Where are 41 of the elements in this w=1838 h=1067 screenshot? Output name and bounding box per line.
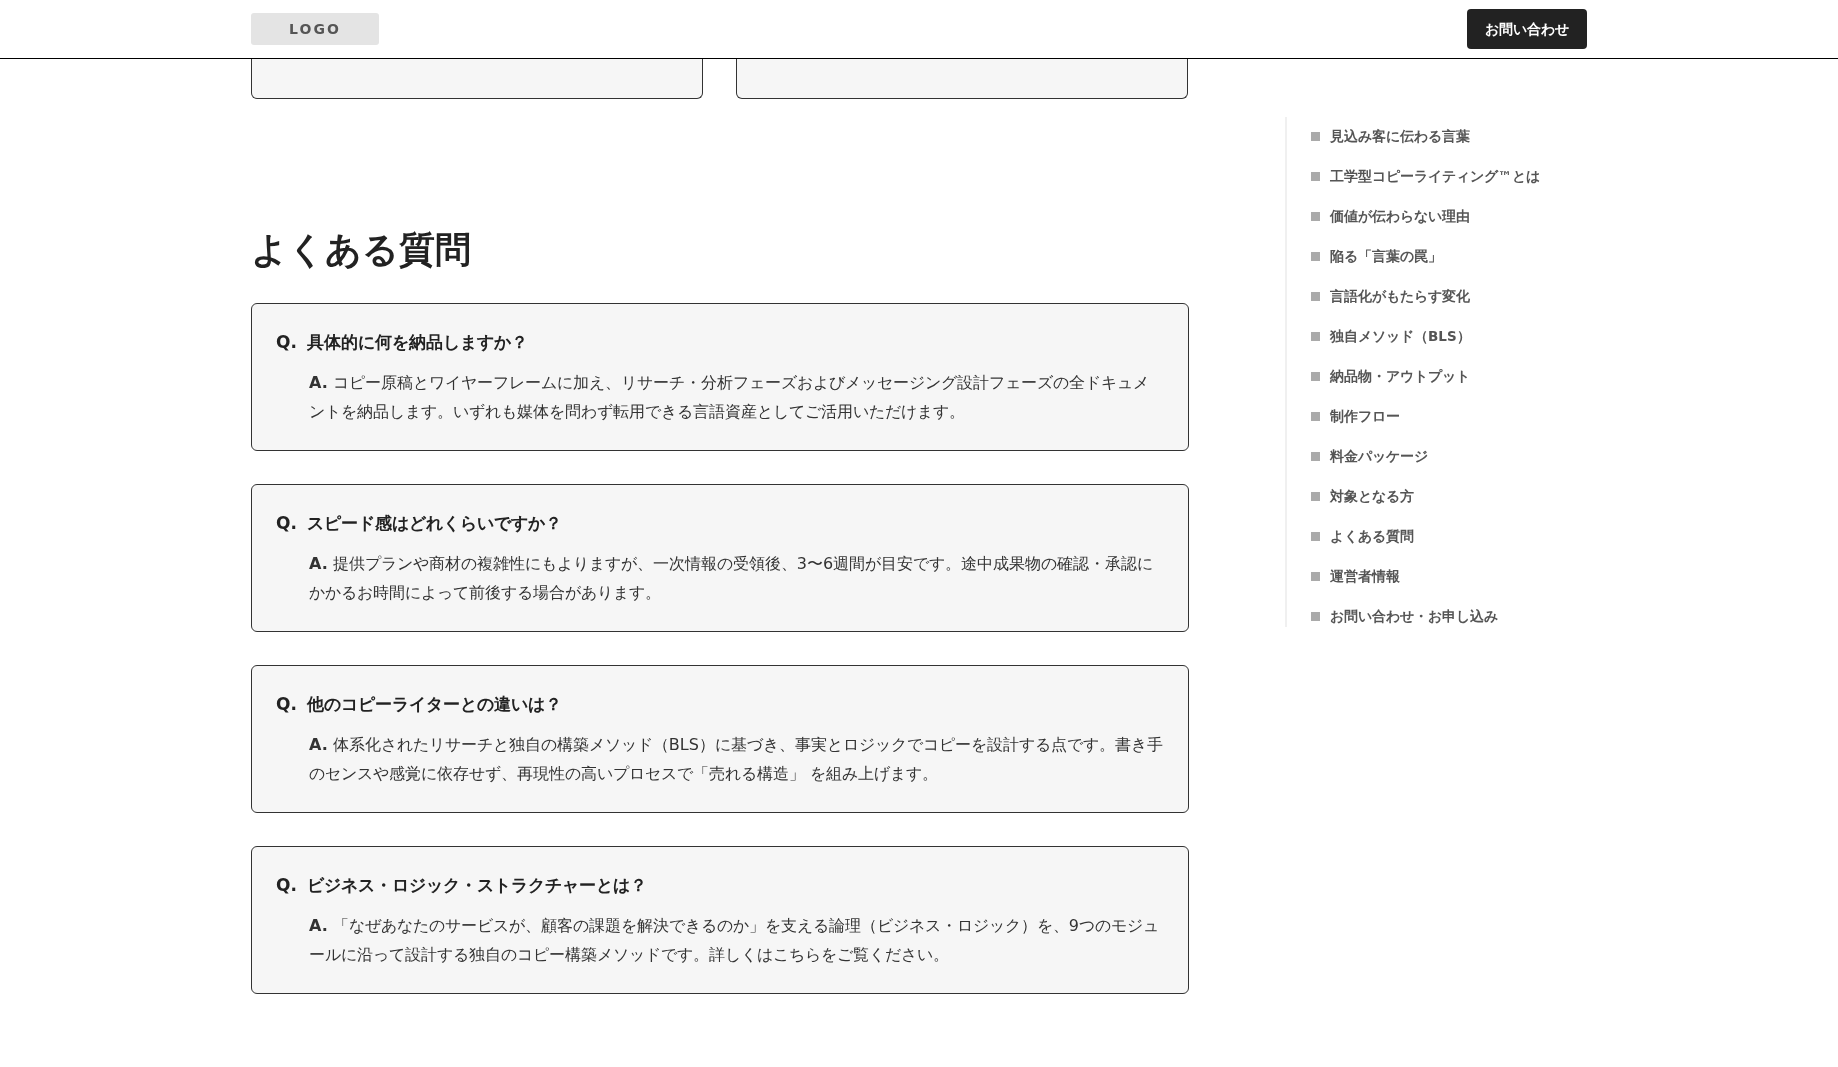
toc-link[interactable]: 価値が伝わらない理由 xyxy=(1330,205,1470,227)
bullet-icon xyxy=(1311,571,1320,581)
toc-link[interactable]: お問い合わせ・お申し込み xyxy=(1330,605,1498,627)
question-mark: Q. xyxy=(276,693,297,716)
toc-link[interactable]: 工学型コピーライティング™とは xyxy=(1330,165,1540,187)
toc-link[interactable]: よくある質問 xyxy=(1330,525,1414,547)
bullet-icon xyxy=(1311,211,1320,221)
bullet-icon xyxy=(1311,451,1320,461)
bullet-icon xyxy=(1311,251,1320,261)
toc-link[interactable]: 見込み客に伝わる言葉 xyxy=(1330,125,1470,147)
section-heading: よくある質問 xyxy=(251,232,472,268)
faq-question: スピード感はどれくらいですか？ xyxy=(306,512,562,535)
bullet-icon xyxy=(1311,411,1320,421)
contact-button[interactable]: お問い合わせ xyxy=(1467,9,1587,49)
toc-link[interactable]: 納品物・アウトプット xyxy=(1330,365,1470,387)
logo[interactable]: LOGO xyxy=(251,13,379,45)
bullet-icon xyxy=(1311,491,1320,501)
bullet-icon xyxy=(1311,331,1320,341)
toc-link[interactable]: 対象となる方 xyxy=(1330,485,1414,507)
toc-link[interactable]: 陥る「言葉の罠」 xyxy=(1330,245,1442,267)
toc-link[interactable]: 制作フロー xyxy=(1330,405,1400,427)
question-mark: Q. xyxy=(276,331,297,354)
toc-link[interactable]: 運営者情報 xyxy=(1330,565,1400,587)
bullet-icon xyxy=(1311,531,1320,541)
bullet-icon xyxy=(1311,171,1320,181)
bullet-icon xyxy=(1311,371,1320,381)
question-mark: Q. xyxy=(276,874,297,897)
question-mark: Q. xyxy=(276,512,297,535)
bullet-icon xyxy=(1311,131,1320,141)
toc-link[interactable]: 独自メソッド（BLS） xyxy=(1330,325,1471,347)
faq-answer: A. 体系化されたリサーチと独自の構築メソッド（BLS）に基づき、事実とロジックでコピーを設計する点です。書き手のセンスや感覚に依存せず、再現性の高いプロセスで「売れる構造」 を組み上げます。 xyxy=(309,733,1164,785)
faq-answer: A. 提供プランや商材の複雑性にもよりますが、一次情報の受領後、3〜6週間が目安です。途中成果物の確認・承認にかかるお時間によって前後する場合があります。 xyxy=(309,552,1155,604)
faq-question: ビジネス・ロジック・ストラクチャーとは？ xyxy=(306,874,647,897)
bullet-icon xyxy=(1311,611,1320,621)
bullet-icon xyxy=(1311,291,1320,301)
toc-link[interactable]: 料金パッケージ xyxy=(1330,445,1428,467)
toc-link[interactable]: 言語化がもたらす変化 xyxy=(1330,285,1470,307)
faq-answer: A. コピー原稿とワイヤーフレームに加え、リサーチ・分析フェーズおよびメッセージング設計フェーズの全ドキュメントを納品します。いずれも媒体を問わず転用できる言語資産としてご活用いただけます。 xyxy=(309,371,1150,423)
faq-question: 具体的に何を納品しますか？ xyxy=(306,331,528,354)
faq-answer: A. 「なぜあなたのサービスが、顧客の課題を解決できるのか」を支える論理（ビジネス・ロジック）を、9つのモジュールに沿って設計する独自のコピー構築メソッドです。詳しくはこちらをご覧ください。 xyxy=(309,914,1161,966)
faq-question: 他のコピーライターとの違いは？ xyxy=(306,693,562,716)
